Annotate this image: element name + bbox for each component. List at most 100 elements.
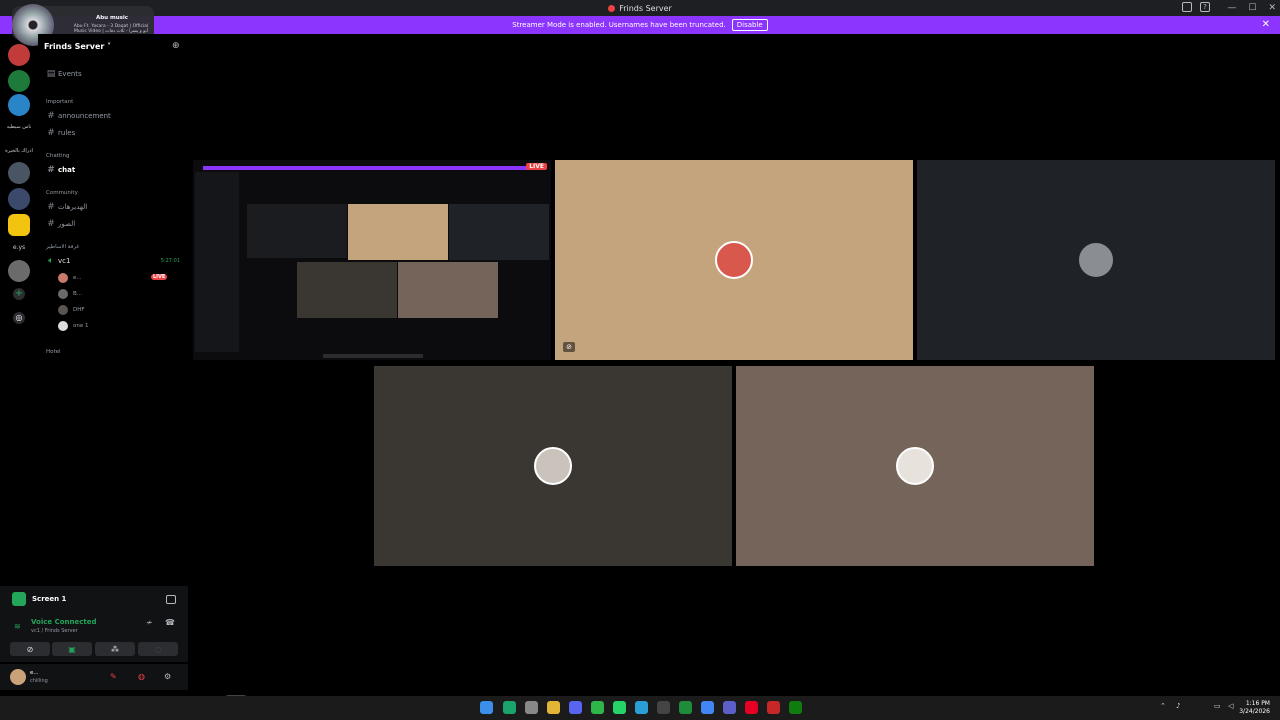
add-server-icon[interactable]: + <box>13 288 25 300</box>
server-icon[interactable] <box>8 188 30 210</box>
discover-icon[interactable]: ◎ <box>13 312 25 324</box>
avatar <box>715 241 753 279</box>
voice-connected-panel: ≋ Voice Connected vc1 / Frinds Server ≁ … <box>0 612 188 662</box>
stream-tile[interactable]: LIVE <box>193 160 551 360</box>
taskbar-clock[interactable]: 1:16 PM 3/24/2026 <box>1239 700 1270 716</box>
stream-tile-preview <box>398 262 498 318</box>
voice-channel-vc1[interactable]: 🔈︎ vc1 5:27:01 <box>38 254 188 268</box>
participant-tile[interactable] <box>917 160 1275 360</box>
discord-logo-icon <box>608 4 616 12</box>
inbox-icon[interactable] <box>1182 2 1192 12</box>
close-window-button[interactable]: ✕ <box>1268 0 1276 16</box>
voice-user[interactable]: e... <box>58 272 82 284</box>
server-icon[interactable] <box>8 162 30 184</box>
events-item[interactable]: ▤ Events <box>38 67 188 81</box>
server-label: ادراك بالخيرة <box>5 148 33 154</box>
settings-gear-icon[interactable]: ⚙ <box>164 672 171 681</box>
server-name-text: Frinds Server <box>44 42 105 51</box>
activity-button[interactable]: ⁂ <box>95 642 135 656</box>
file-explorer-icon[interactable] <box>547 701 560 714</box>
chrome-icon[interactable] <box>701 701 714 714</box>
avatar <box>896 447 934 485</box>
taskbar-app-icon[interactable] <box>525 701 538 714</box>
channel-label: chat <box>58 166 76 174</box>
stream-tile-preview <box>348 204 448 260</box>
minimize-button[interactable]: — <box>1227 0 1236 16</box>
screen-share-bar[interactable]: Screen 1 <box>0 586 188 612</box>
category-important[interactable]: Important <box>38 95 188 109</box>
xbox-icon[interactable] <box>789 701 802 714</box>
soundboard-button[interactable]: ◌ <box>138 642 178 656</box>
server-label: e.ys <box>12 244 26 251</box>
category-label: Chatting <box>46 153 70 159</box>
deafen-icon[interactable]: ◍ <box>138 672 145 681</box>
clock-date: 3/24/2026 <box>1239 708 1270 715</box>
disconnect-icon[interactable]: ☎ <box>165 618 175 627</box>
tray-chevron-icon[interactable]: ⌃ <box>1160 702 1166 710</box>
channel-community-1[interactable]: # الهديرهات <box>38 200 188 214</box>
screen-share-button[interactable]: ▣ <box>52 642 92 656</box>
events-label: Events <box>58 70 82 78</box>
window-title: Frinds Server <box>608 4 672 13</box>
hash-icon: # <box>47 202 55 212</box>
voice-status[interactable]: Voice Connected <box>31 618 97 626</box>
volume-icon[interactable]: ◁ <box>1228 702 1233 710</box>
category-community[interactable]: Community <box>38 186 188 200</box>
participant-tile[interactable] <box>374 366 732 566</box>
taskbar-app-icon[interactable] <box>767 701 780 714</box>
voice-user[interactable]: B... <box>58 288 82 300</box>
noise-suppression-icon[interactable]: ≁ <box>146 618 153 627</box>
discord-taskbar-icon[interactable] <box>569 701 582 714</box>
banner-close-icon[interactable]: ✕ <box>1262 19 1270 30</box>
server-icon[interactable] <box>8 94 30 116</box>
server-icon[interactable] <box>8 44 30 66</box>
tray-icon[interactable]: ♪ <box>1176 702 1180 710</box>
stream-taskbar-preview <box>323 354 423 358</box>
voice-sub[interactable]: vc1 / Frinds Server <box>31 628 78 634</box>
maximize-button[interactable]: ☐ <box>1248 0 1256 16</box>
stream-sidebar-preview <box>195 172 239 352</box>
screen-label: Screen 1 <box>32 595 67 603</box>
avatar[interactable] <box>10 669 26 685</box>
live-badge: LIVE <box>151 274 168 280</box>
taskbar-app-icon[interactable] <box>503 701 516 714</box>
network-icon[interactable]: ▭ <box>1214 702 1221 710</box>
obs-icon[interactable] <box>657 701 670 714</box>
camera-button[interactable]: ⊘ <box>10 642 50 656</box>
taskbar-app-icon[interactable] <box>635 701 648 714</box>
stop-share-icon[interactable] <box>166 594 176 604</box>
avatar <box>1077 241 1115 279</box>
disable-button[interactable]: Disable <box>731 19 768 31</box>
participant-tile[interactable]: ⊘ <box>555 160 913 360</box>
screen-icon <box>12 592 26 606</box>
channel-community-2[interactable]: # الصور <box>38 217 188 231</box>
mute-icon[interactable]: ✎ <box>110 672 117 681</box>
category-arabic[interactable]: غرفة الاساطير <box>38 240 188 254</box>
channel-chat[interactable]: # chat <box>38 163 188 177</box>
taskbar-app-icon[interactable] <box>745 701 758 714</box>
channel-rules[interactable]: # rules <box>38 126 188 140</box>
voice-user[interactable]: one 1 <box>58 320 88 332</box>
avatar <box>534 447 572 485</box>
live-badge: LIVE <box>526 163 547 170</box>
voice-user[interactable]: DHF <box>58 304 85 316</box>
whatsapp-icon[interactable] <box>613 701 626 714</box>
server-icon[interactable] <box>8 70 30 92</box>
clock-time: 1:16 PM <box>1245 700 1270 707</box>
taskbar-app-icon[interactable] <box>723 701 736 714</box>
channel-announcement[interactable]: # announcement <box>38 109 188 123</box>
hash-icon: # <box>47 165 55 175</box>
participant-tile[interactable] <box>736 366 1094 566</box>
start-icon[interactable] <box>480 701 493 714</box>
channel-label: rules <box>58 129 76 137</box>
help-icon[interactable]: ? <box>1200 2 1210 12</box>
invite-icon[interactable]: ⊕ <box>172 41 182 51</box>
category-chatting[interactable]: Chatting <box>38 149 188 163</box>
avatar <box>58 273 68 283</box>
taskbar-app-icon[interactable] <box>591 701 604 714</box>
taskbar-app-icon[interactable] <box>679 701 692 714</box>
server-name[interactable]: Frinds Server ˅ <box>44 42 111 51</box>
server-icon[interactable] <box>8 260 30 282</box>
category-hotel[interactable]: Hotel <box>38 345 188 359</box>
server-icon[interactable] <box>8 214 30 236</box>
